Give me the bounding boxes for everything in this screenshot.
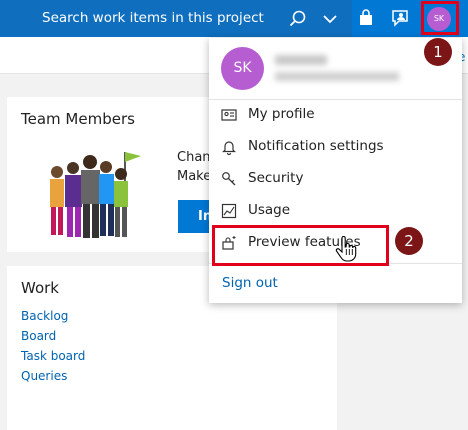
menu-item-label: Usage: [248, 202, 291, 218]
menu-item-my-profile[interactable]: My profile: [209, 99, 462, 129]
menu-item-security[interactable]: Security: [209, 163, 462, 193]
contact-card-icon: [221, 109, 237, 121]
redacted-user-name: [275, 55, 327, 65]
marketplace-bag-icon[interactable]: [356, 8, 376, 28]
feedback-icon[interactable]: [390, 8, 410, 28]
hand-cursor-icon: [335, 236, 357, 262]
menu-item-usage[interactable]: Usage: [209, 195, 462, 225]
work-link-task-board[interactable]: Task board: [21, 349, 85, 363]
sign-out-link[interactable]: Sign out: [222, 275, 278, 291]
card-title: Team Members: [21, 110, 135, 128]
chevron-down-icon[interactable]: [320, 9, 340, 29]
team-illustration-icon: [50, 152, 141, 238]
menu-item-notification-settings[interactable]: Notification settings: [209, 131, 462, 161]
work-link-board[interactable]: Board: [21, 329, 56, 343]
key-icon: [222, 172, 236, 186]
top-bar: Search work items in this project SK: [0, 0, 468, 37]
menu-item-label: Notification settings: [248, 138, 384, 154]
menu-item-label: My profile: [248, 106, 315, 122]
usage-chart-icon: [221, 203, 237, 219]
work-link-queries[interactable]: Queries: [21, 369, 67, 383]
card-title: Work: [21, 279, 59, 297]
avatar: SK: [221, 47, 264, 90]
search-placeholder[interactable]: Search work items in this project: [42, 10, 264, 26]
menu-item-label: Security: [248, 170, 304, 186]
bell-icon: [222, 141, 236, 155]
search-box[interactable]: Search work items in this project: [0, 0, 352, 37]
search-icon[interactable]: [288, 9, 308, 29]
redacted-user-email: [275, 72, 399, 81]
work-link-backlog[interactable]: Backlog: [21, 309, 68, 323]
step-badge-1: 1: [424, 38, 452, 66]
highlight-box-preview-features: [212, 225, 389, 266]
highlight-box-avatar: [421, 1, 459, 35]
step-badge-2: 2: [395, 227, 423, 255]
